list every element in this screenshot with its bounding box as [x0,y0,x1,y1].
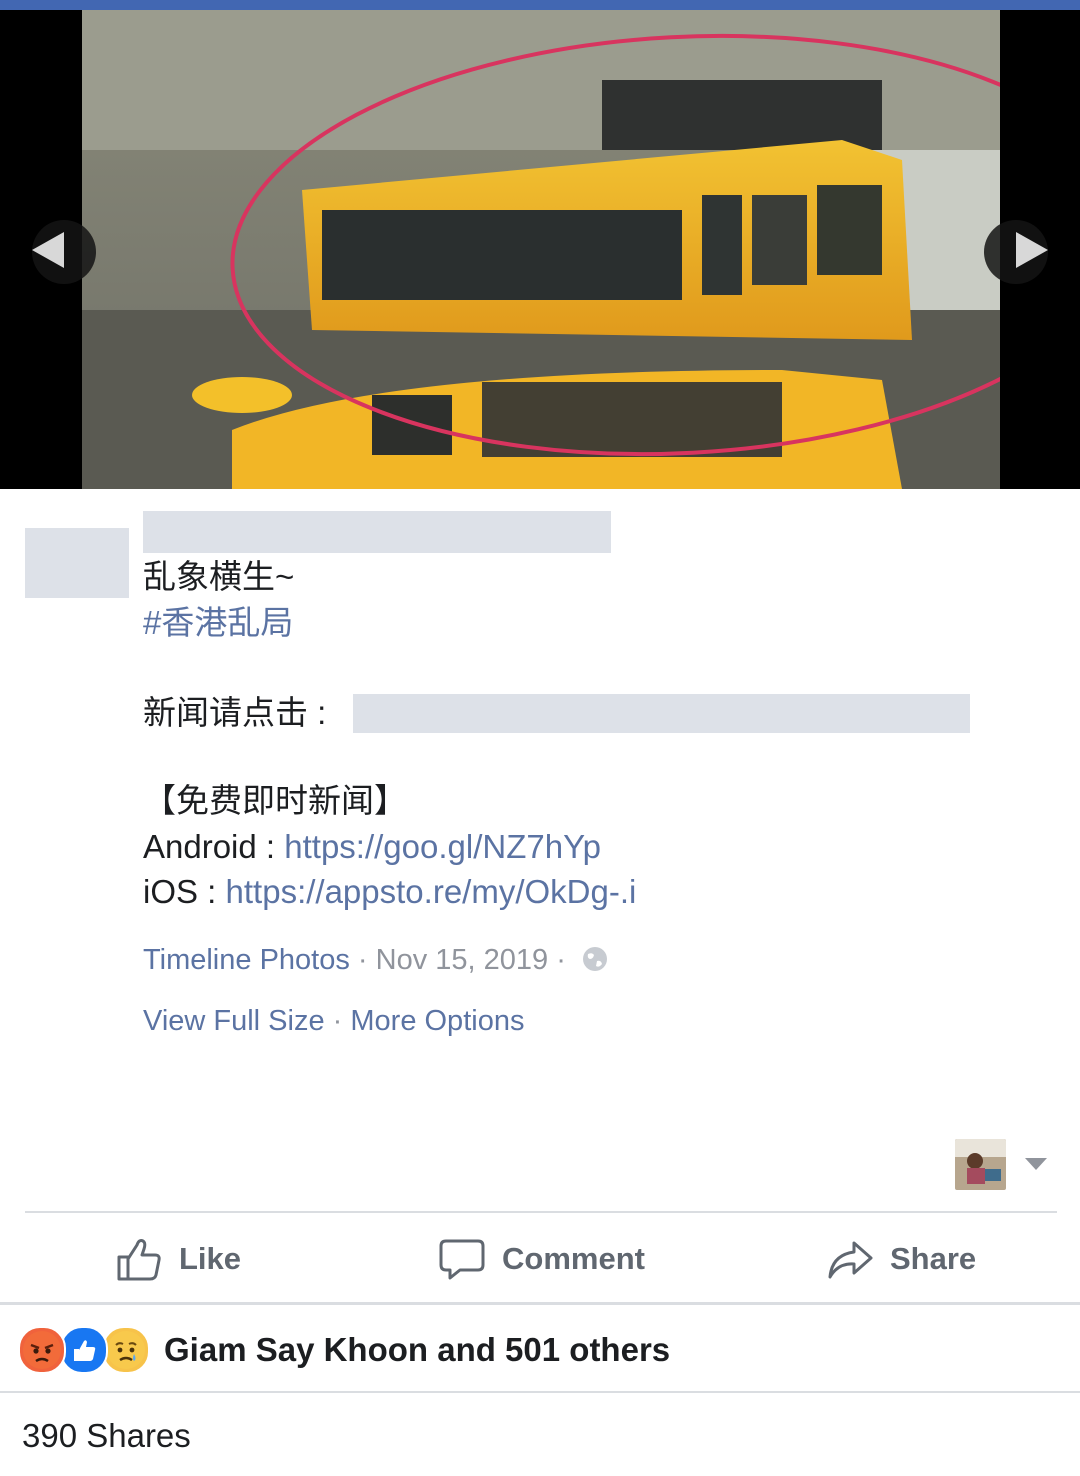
more-options-link[interactable]: More Options [350,1005,524,1037]
post-date[interactable]: Nov 15, 2019 [376,944,549,976]
triangle-right-icon [1016,232,1048,268]
ios-label: iOS : [143,873,226,910]
like-reaction-icon [60,1326,108,1374]
share-button[interactable]: Share [826,1231,976,1287]
android-line: Android : https://goo.gl/NZ7hYp [143,827,601,867]
post-photo[interactable] [82,10,1000,489]
divider [0,1302,1080,1305]
globe-icon [582,945,608,981]
top-bar [0,0,1080,10]
meta-separator: · [548,944,574,976]
divider [25,1211,1057,1213]
ios-line: iOS : https://appsto.re/my/OkDg-.i [143,872,636,912]
comment-label: Comment [502,1241,645,1276]
sad-reaction-icon [102,1326,150,1374]
ios-link[interactable]: https://appsto.re/my/OkDg-.i [226,873,637,910]
like-button[interactable]: Like [115,1231,241,1287]
post-meta: Timeline Photos · Nov 15, 2019 · [143,942,608,981]
album-link[interactable]: Timeline Photos [143,944,350,976]
meta-separator: · [324,1005,351,1037]
view-full-size-link[interactable]: View Full Size [143,1005,325,1037]
divider [0,1391,1080,1393]
share-arrow-icon [828,1241,873,1279]
android-link[interactable]: https://goo.gl/NZ7hYp [284,828,601,865]
photo-options: View Full Size · More Options [143,1003,524,1039]
next-photo-button[interactable] [984,210,1080,290]
author-name-redacted[interactable] [143,511,611,553]
bus-photo-image [82,10,1000,489]
reactions-summary[interactable]: Giam Say Khoon and 501 others [18,1325,670,1375]
author-avatar-redacted[interactable] [25,528,129,598]
android-label: Android : [143,828,285,865]
angry-reaction-icon [18,1326,66,1374]
triangle-left-icon [32,232,64,268]
hashtag-link[interactable]: #香港乱局 [143,603,293,643]
meta-separator: · [349,944,376,976]
free-news-heading: 【免费即时新闻】 [143,782,407,819]
comment-button[interactable]: Comment [438,1231,645,1287]
reactions-text: Giam Say Khoon and 501 others [164,1331,671,1368]
caption-line: 乱象横生~ [143,558,295,595]
thumbs-up-icon [117,1239,161,1281]
comment-bubble-icon [439,1239,485,1280]
shares-count[interactable]: 390 Shares [22,1417,191,1455]
news-prefix: 新闻请点击 : [143,694,327,731]
previous-photo-button[interactable] [0,210,96,290]
like-label: Like [179,1241,242,1276]
news-link-redacted[interactable] [353,694,970,733]
commenter-avatar[interactable] [955,1139,1006,1190]
chevron-down-icon[interactable] [1024,1156,1048,1172]
photo-viewer [0,10,1080,489]
share-label: Share [890,1241,977,1276]
